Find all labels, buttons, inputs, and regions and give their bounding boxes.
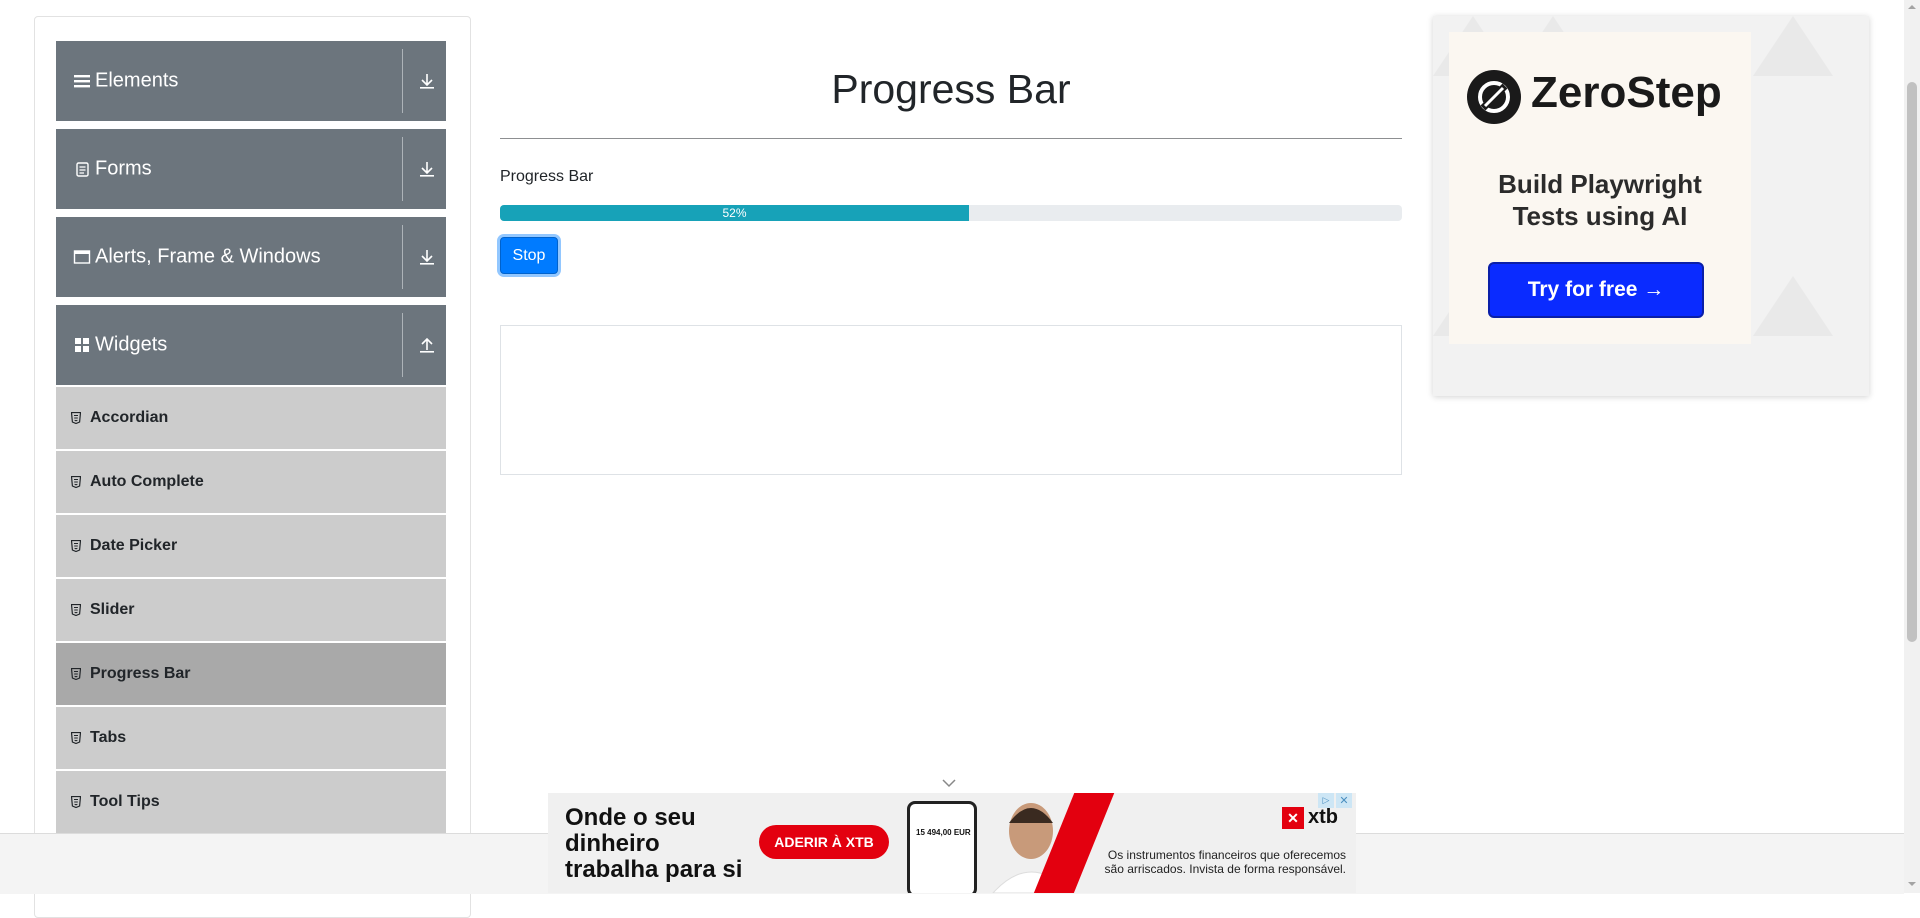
sidebar-item-auto-complete[interactable]: Auto Complete <box>56 451 446 513</box>
divider <box>402 49 403 113</box>
menu-icon <box>74 75 90 88</box>
sidebar-item-label: Auto Complete <box>90 473 204 490</box>
progress-bar-label: Progress Bar <box>500 168 594 185</box>
sidebar-item-date-picker[interactable]: Date Picker <box>56 515 446 577</box>
group-forms[interactable]: Forms <box>56 129 446 209</box>
html5-icon <box>71 540 81 552</box>
left-panel: Elements Forms Alerts, Frame & Windows W… <box>34 16 471 918</box>
page-title: Progress Bar <box>831 66 1071 112</box>
ad-banner-bottom[interactable]: Onde o seu dinheiro trabalha para si ADE… <box>548 793 1356 893</box>
sidebar-item-tool-tips[interactable]: Tool Tips <box>56 771 446 833</box>
document-icon <box>76 162 89 177</box>
zerostep-logo-icon <box>1467 70 1521 124</box>
chevron-down-icon[interactable] <box>940 776 958 790</box>
group-title: Alerts, Frame & Windows <box>95 245 321 268</box>
xtb-logo-icon: ✕ <box>1282 807 1304 829</box>
sidebar-item-label: Tabs <box>90 729 127 746</box>
ad-bottom-disclaimer: Os instrumentos financeiros que oferecem… <box>1104 848 1346 876</box>
html5-icon <box>71 476 81 488</box>
ad-bottom-cta-button[interactable]: ADERIR À XTB <box>759 825 889 859</box>
divider <box>402 225 403 289</box>
divider <box>402 313 403 377</box>
download-arrow-icon <box>420 74 434 89</box>
scroll-up-arrow-icon[interactable] <box>1908 3 1916 11</box>
progress-fill: 52% <box>500 205 970 221</box>
group-elements[interactable]: Elements <box>56 41 446 121</box>
ad-card: ZeroStep Build Playwright Tests using AI… <box>1449 32 1751 344</box>
ad-brand: ZeroStep <box>1531 68 1722 117</box>
stop-button[interactable]: Stop <box>500 237 558 274</box>
sidebar-item-label: Slider <box>90 601 135 618</box>
html5-icon <box>71 412 81 424</box>
download-arrow-icon <box>420 162 434 177</box>
ad-banner-right[interactable]: ZeroStep Build Playwright Tests using AI… <box>1433 16 1869 396</box>
html5-icon <box>71 668 81 680</box>
close-icon[interactable]: ✕ <box>1336 793 1352 808</box>
window-icon <box>73 250 91 264</box>
phone-balance: 15 494,00 EUR <box>916 828 971 837</box>
grid-icon <box>75 338 89 352</box>
upload-arrow-icon <box>420 337 434 353</box>
group-title: Widgets <box>95 333 168 356</box>
ad-bottom-brand: xtb <box>1308 806 1338 828</box>
title-divider <box>500 138 1402 139</box>
html5-icon <box>71 796 81 808</box>
widgets-menu-list: Accordian Auto Complete Date Picker Slid… <box>56 387 446 835</box>
adchoices-icon[interactable]: ▷ <box>1318 793 1334 808</box>
sidebar-item-label: Tool Tips <box>90 793 160 810</box>
group-title: Elements <box>95 69 179 92</box>
sidebar-item-label: Date Picker <box>90 537 178 554</box>
scroll-down-arrow-icon[interactable] <box>1908 880 1916 888</box>
sidebar-item-slider[interactable]: Slider <box>56 579 446 641</box>
download-arrow-icon <box>420 250 434 265</box>
scrollbar-thumb[interactable] <box>1907 82 1917 642</box>
sidebar-item-progress-bar[interactable]: Progress Bar <box>56 643 446 705</box>
ad-bottom-headline: Onde o seu dinheiro trabalha para si <box>565 804 743 883</box>
sidebar-item-tabs[interactable]: Tabs <box>56 707 446 769</box>
group-widgets[interactable]: Widgets <box>56 305 446 385</box>
divider <box>402 137 403 201</box>
progress-bar: 52% <box>500 205 1402 221</box>
progress-value-text: 52% <box>722 206 747 220</box>
result-container <box>500 325 1402 475</box>
group-title: Forms <box>95 157 152 180</box>
group-alerts-frame-windows[interactable]: Alerts, Frame & Windows <box>56 217 446 297</box>
html5-icon <box>71 732 81 744</box>
html5-icon <box>71 604 81 616</box>
ad-headline: Build Playwright Tests using AI <box>1498 169 1702 231</box>
sidebar-item-accordian[interactable]: Accordian <box>56 387 446 449</box>
sidebar-item-label: Progress Bar <box>90 665 191 682</box>
ad-cta-button[interactable]: Try for free → <box>1488 262 1704 318</box>
vertical-scrollbar[interactable] <box>1904 0 1920 893</box>
phone-image: 15 494,00 EUR <box>907 801 977 893</box>
sidebar-item-label: Accordian <box>90 409 169 426</box>
